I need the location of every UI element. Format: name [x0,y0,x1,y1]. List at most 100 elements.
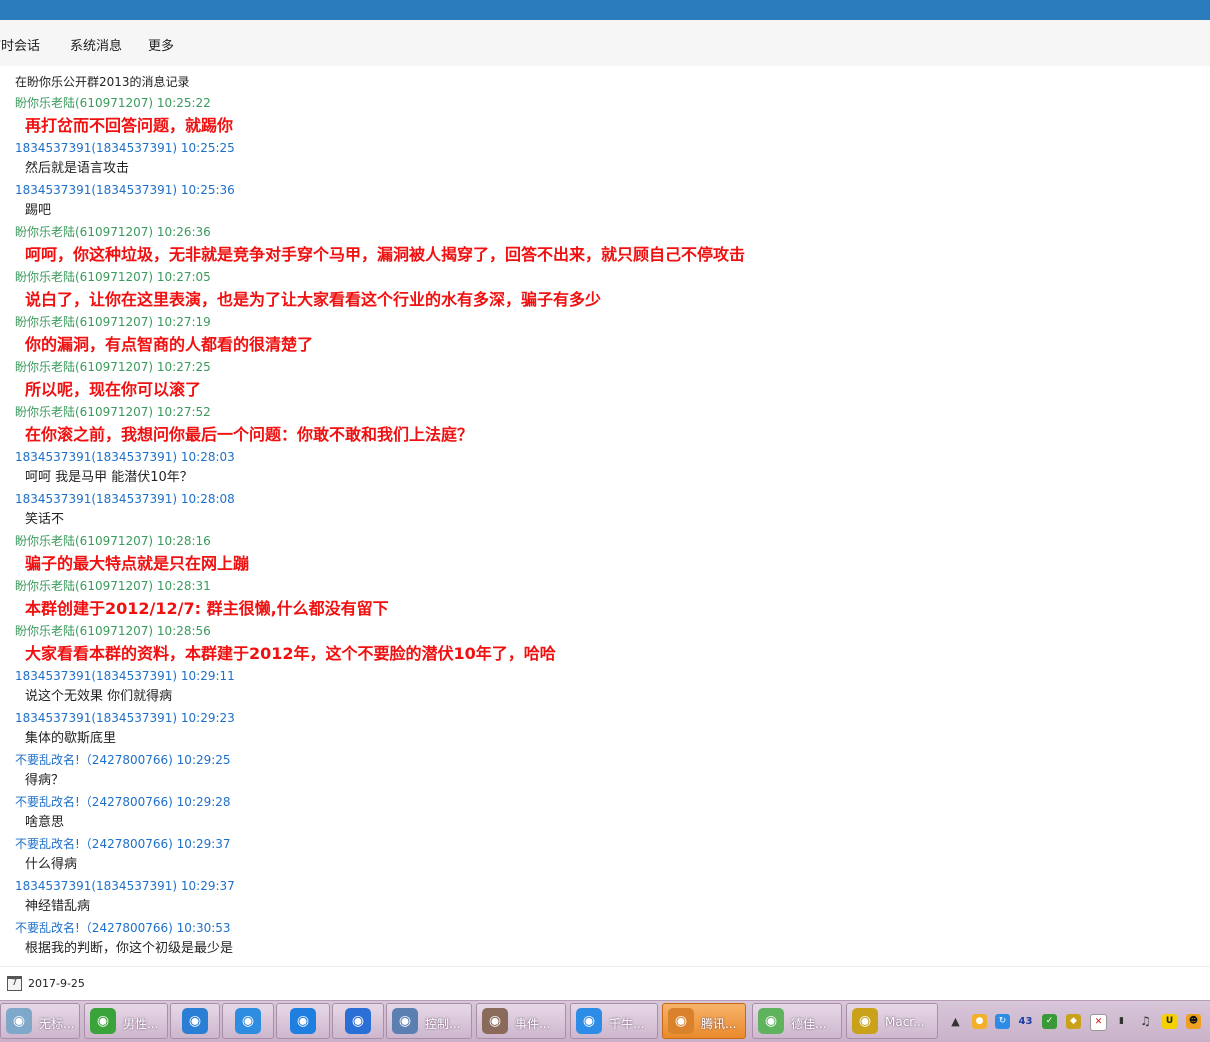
message-sender[interactable]: 1834537391(1834537391) [15,879,177,893]
message-sender[interactable]: 盼你乐老陆(610971207) [15,624,153,638]
taskbar-button[interactable]: ◉ 事件... [476,1003,566,1039]
message-sender[interactable]: 盼你乐老陆(610971207) [15,405,153,419]
message-sender-time: 1834537391(1834537391) 10:29:23 [0,707,1210,729]
message-sender[interactable]: 盼你乐老陆(610971207) [15,315,153,329]
action-center-flag-icon[interactable]: ✕ [1090,1014,1107,1031]
message-sender-time: 盼你乐老陆(610971207) 10:27:25 [0,356,1210,378]
qq-icon[interactable]: ☻ [1186,1014,1201,1029]
message-sender[interactable]: 盼你乐老陆(610971207) [15,360,153,374]
message-item: 盼你乐老陆(610971207) 10:27:19 你的漏洞，有点智商的人都看的很… [0,311,1210,356]
message-sender-time: 1834537391(1834537391) 10:28:08 [0,488,1210,510]
calendar-icon[interactable]: 7 [7,976,22,991]
baidu-cloud-icon: ◉ [290,1008,316,1034]
date-footer: 7 2017-9-25 [0,966,1210,1001]
volume-icon[interactable]: ♫ [1138,1014,1153,1029]
footer-date: 2017-9-25 [28,977,85,990]
taskbar-button[interactable]: ◉ 腾讯... [662,1003,746,1039]
message-sender[interactable]: 盼你乐老陆(610971207) [15,225,153,239]
message-text: 骗子的最大特点就是只在网上蹦 [25,554,250,573]
taskbar-button[interactable]: ◉ 无标... [0,1003,80,1039]
taskbar-button[interactable]: ◉ [276,1003,330,1039]
message-time: 10:25:25 [180,141,235,155]
message-item: 1834537391(1834537391) 10:25:36 踢吧 [0,179,1210,221]
tab-temp-session[interactable]: 临时会话 [0,35,40,54]
message-sender[interactable]: 盼你乐老陆(610971207) [15,534,153,548]
message-text: 踢吧 [25,203,52,218]
taskbar: ◉ Macr... ◉ 德佳... ◉ 腾讯... ◉ 千牛... ◉ 事件... ◉ 控制... ◉ ◉… [0,1000,1210,1042]
message-sender[interactable]: 1834537391(1834537391) [15,492,177,506]
tray-expand-icon[interactable]: ▲ [948,1014,963,1029]
message-text: 呵呵，你这种垃圾，无非就是竞争对手穿个马甲，漏洞被人揭穿了，回答不出来，就只顾自… [25,245,746,264]
tray-app-icon[interactable]: ● [972,1014,987,1029]
message-sender[interactable]: 不要乱改名!（2427800766) [15,753,173,767]
tray-number-badge[interactable]: 43 [1018,1014,1033,1029]
message-sender[interactable]: 1834537391(1834537391) [15,669,177,683]
message-text: 神经错乱病 [25,899,91,914]
taskbar-button[interactable]: ◉ 控制... [386,1003,472,1039]
message-text: 然后就是语言攻击 [25,161,130,176]
control-panel-icon: ◉ [392,1008,418,1034]
message-sender-time: 不要乱改名!（2427800766) 10:30:53 [0,917,1210,939]
message-time: 10:28:56 [156,624,211,638]
message-sender-time: 不要乱改名!（2427800766) 10:29:37 [0,833,1210,855]
message-text: 说白了，让你在这里表演，也是为了让大家看看这个行业的水有多深，骗子有多少 [25,290,602,309]
message-sender[interactable]: 盼你乐老陆(610971207) [15,579,153,593]
event-viewer-icon: ◉ [482,1008,508,1034]
message-item: 盼你乐老陆(610971207) 10:26:36 呵呵，你这种垃圾，无非就是竞争… [0,221,1210,266]
message-time: 10:27:25 [156,360,211,374]
taskbar-button-label: 事件... [515,1017,551,1031]
message-sender[interactable]: 不要乱改名!（2427800766) [15,921,173,935]
message-sender[interactable]: 1834537391(1834537391) [15,141,177,155]
tab-more[interactable]: 更多 [148,35,174,54]
record-title: 在盼你乐公开群2013的消息记录 [15,75,190,89]
message-item: 不要乱改名!（2427800766) 10:30:53 根据我的判断，你这个初级是… [0,917,1210,959]
message-sender[interactable]: 1834537391(1834537391) [15,450,177,464]
taskbar-button-label: Macr... [885,1015,925,1029]
network-icon[interactable]: ▮ [1114,1014,1129,1029]
message-sender-time: 1834537391(1834537391) 10:25:36 [0,179,1210,201]
message-item: 盼你乐老陆(610971207) 10:27:52 在你滚之前，我想问你最后一个问… [0,401,1210,446]
message-time: 10:28:03 [180,450,235,464]
message-sender-time: 盼你乐老陆(610971207) 10:28:56 [0,620,1210,642]
taskbar-button[interactable]: ◉ 男性... [84,1003,168,1039]
message-sender[interactable]: 1834537391(1834537391) [15,711,177,725]
message-sender[interactable]: 不要乱改名!（2427800766) [15,795,173,809]
tray-security-icon[interactable]: ◆ [1066,1014,1081,1029]
message-item: 1834537391(1834537391) 10:29:23 集体的歇斯底里 [0,707,1210,749]
airplane-icon: ◉ [345,1008,371,1034]
message-item: 1834537391(1834537391) 10:29:37 神经错乱病 [0,875,1210,917]
taskbar-button[interactable]: ◉ 千牛... [570,1003,658,1039]
message-text: 在你滚之前，我想问你最后一个问题：你敢不敢和我们上法庭？ [25,425,474,444]
message-item: 盼你乐老陆(610971207) 10:28:31 本群创建于2012/12/7:… [0,575,1210,620]
tray-sync-icon[interactable]: ↻ [995,1014,1010,1029]
message-text: 大家看看本群的资料，本群建于2012年，这个不要脸的潜伏10年了，哈哈 [25,644,556,663]
message-time: 10:27:05 [156,270,211,284]
shield-icon[interactable]: ✓ [1042,1014,1057,1029]
message-log[interactable]: 它手懒，第三个问题，啪然骗敌战效果，他自己为什么不来，骨骨来了，为什么？盼你乐老… [0,92,1210,960]
taskbar-button[interactable]: ◉ [332,1003,384,1039]
taskbar-button[interactable]: ◉ 德佳... [752,1003,842,1039]
taskbar-button[interactable]: ◉ Macr... [846,1003,938,1039]
speaker-icon: ◉ [668,1008,694,1034]
message-sender-time: 盼你乐老陆(610971207) 10:28:16 [0,530,1210,552]
message-time: 10:29:37 [180,879,235,893]
message-sender[interactable]: 盼你乐老陆(610971207) [15,96,153,110]
tab-bar: 临时会话 系统消息 更多 [0,20,1210,67]
message-item: 不要乱改名!（2427800766) 10:29:25 得病？ [0,749,1210,791]
message-sender[interactable]: 1834537391(1834537391) [15,183,177,197]
message-text: 呵呵 我是马甲 能潜伏10年？ [25,470,193,485]
tray-keyboard-icon[interactable]: U [1162,1014,1177,1029]
window-titlebar [0,0,1210,20]
feather-browser-icon: ◉ [235,1008,261,1034]
tab-system-messages[interactable]: 系统消息 [70,35,122,54]
taskbar-button[interactable]: ◉ [222,1003,274,1039]
message-sender[interactable]: 盼你乐老陆(610971207) [15,270,153,284]
message-sender-time: 盼你乐老陆(610971207) 10:27:05 [0,266,1210,288]
message-time: 10:29:23 [180,711,235,725]
message-sender-time: 盼你乐老陆(610971207) 10:28:31 [0,575,1210,597]
qianniu-icon: ◉ [576,1008,602,1034]
taskbar-button-label: 控制... [425,1017,461,1031]
taskbar-button[interactable]: ◉ [170,1003,220,1039]
message-text: 笑话不 [25,512,65,527]
message-sender[interactable]: 不要乱改名!（2427800766) [15,837,173,851]
